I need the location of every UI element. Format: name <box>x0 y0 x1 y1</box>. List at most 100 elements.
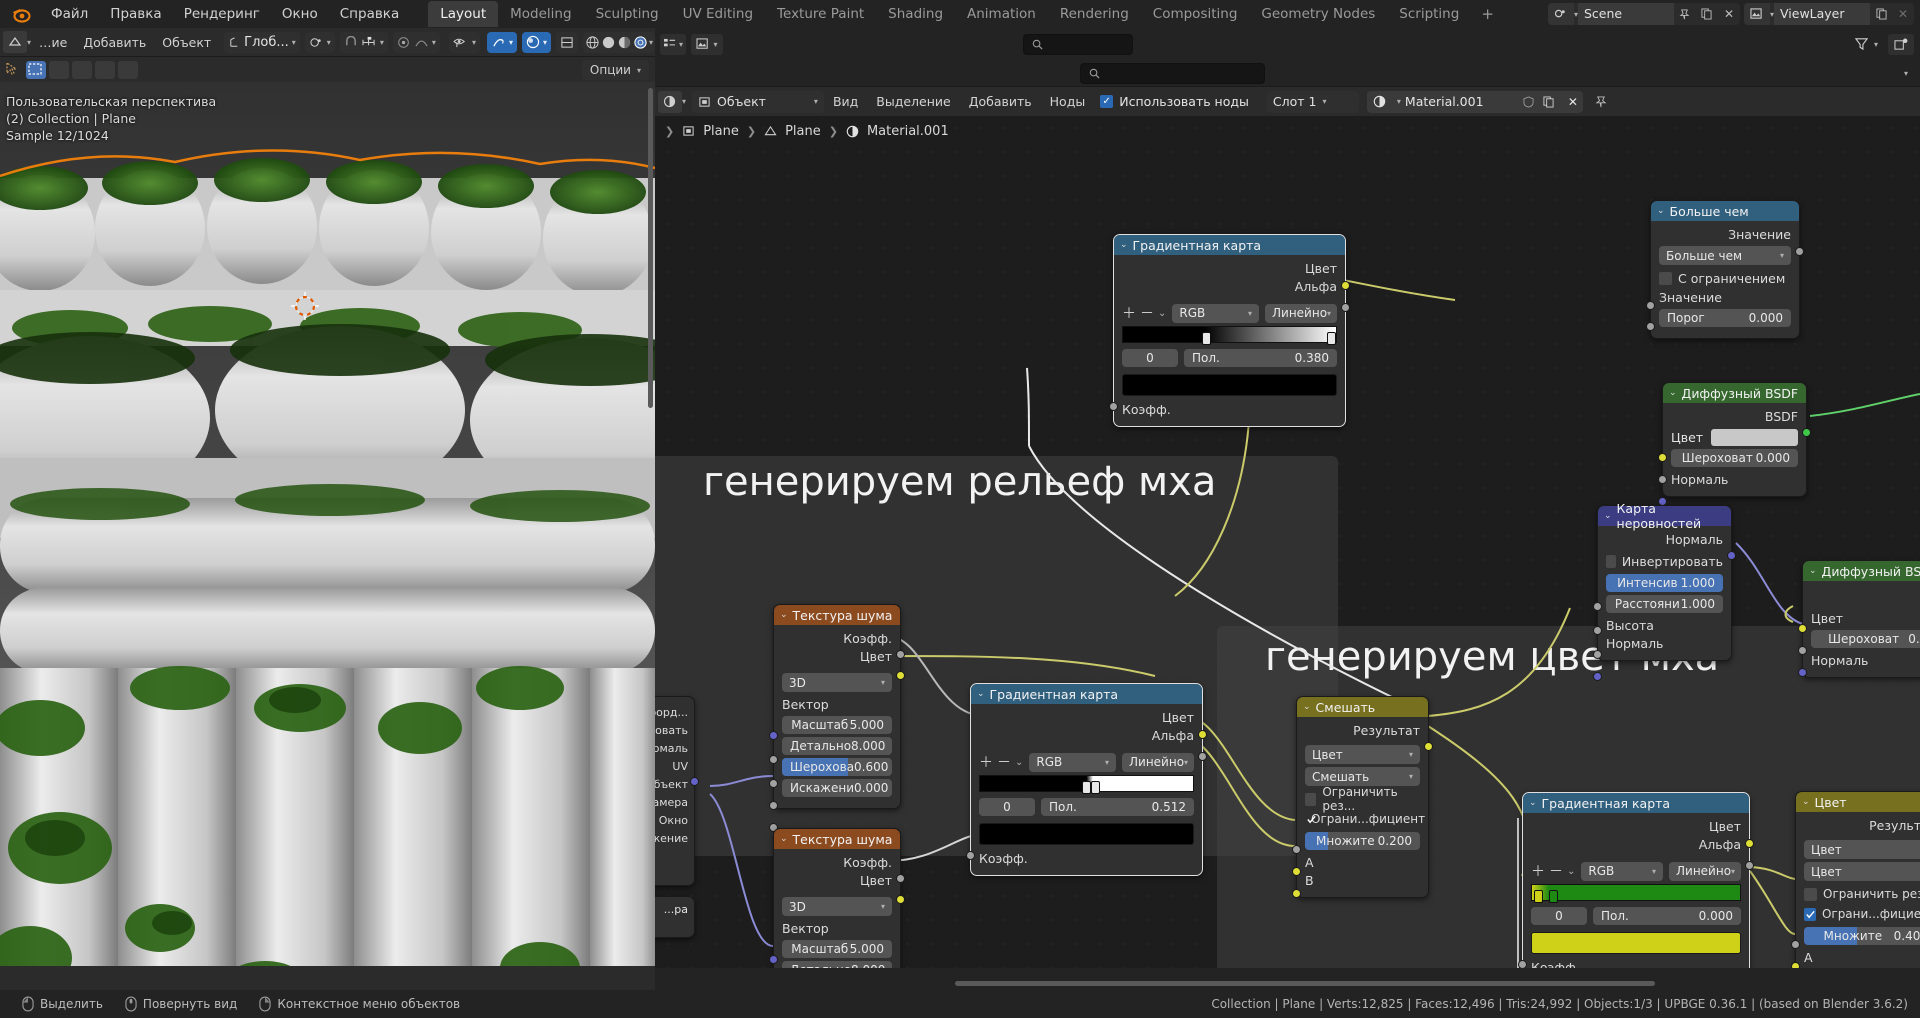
new-viewlayer-icon[interactable] <box>1870 3 1892 25</box>
clamp-result-row[interactable]: Ограничить рез... <box>1305 789 1420 809</box>
use-nodes-checkbox-icon[interactable]: ✓ <box>1100 95 1113 108</box>
node-header[interactable]: ⌄ Смешать <box>1297 697 1428 717</box>
new-scene-icon[interactable] <box>1696 3 1718 25</box>
socket-in-value-b[interactable] <box>1646 322 1655 331</box>
node-colorramp-top[interactable]: ⌄ Градиентная карта Цвет Альфа ＋ － ⌄ <box>1113 234 1346 427</box>
ramp-interpolation-mode[interactable]: Линейно ▾ <box>1669 862 1741 881</box>
socket-out-color[interactable] <box>1341 281 1350 290</box>
node-header[interactable]: ⌄ Цвет <box>1796 792 1920 812</box>
node-header[interactable]: ⌄ Градиентная карта <box>971 684 1202 704</box>
node-header[interactable]: ⌄ Больше чем <box>1651 201 1799 221</box>
socket-in-fac[interactable] <box>966 851 975 860</box>
shader-search-input[interactable] <box>1080 63 1265 84</box>
node-greater-than[interactable]: ⌄ Больше чем Значение Больше чем ▾ С огр… <box>1650 200 1800 339</box>
factor-field[interactable]: Множите 0.200 <box>1305 832 1420 850</box>
blender-logo-icon[interactable] <box>8 3 34 25</box>
socket-out-alpha[interactable] <box>1341 303 1350 312</box>
collapse-chevron-icon[interactable]: ⌄ <box>1802 797 1810 807</box>
menu-window[interactable]: Окно <box>271 3 329 25</box>
scene-name[interactable]: Scene <box>1578 3 1674 25</box>
clamp-result-row[interactable]: Ограничить рез... <box>1804 884 1920 904</box>
clamp-result-checkbox-icon[interactable] <box>1305 793 1316 806</box>
xray-toggle[interactable] <box>556 32 578 53</box>
ramp-index-field[interactable]: 0 <box>1531 907 1587 925</box>
ramp-stop-0[interactable] <box>1202 332 1211 345</box>
tab-modeling[interactable]: Modeling <box>498 1 583 27</box>
dimension-selector[interactable]: 3D ▾ <box>782 673 892 692</box>
socket-in-distance[interactable] <box>1593 626 1602 635</box>
socket-in-a[interactable] <box>1292 867 1301 876</box>
socket-in-height[interactable] <box>1593 650 1602 659</box>
data-type-selector[interactable]: Цвет ▾ <box>1305 745 1420 764</box>
node-header[interactable]: ⌄ Градиентная карта <box>1523 793 1749 813</box>
ramp-menu-chevron-icon[interactable]: ⌄ <box>1567 866 1575 877</box>
collapse-chevron-icon[interactable]: ⌄ <box>1303 702 1311 712</box>
socket-out-value[interactable] <box>1795 247 1804 256</box>
socket-in-roughness[interactable] <box>1658 475 1667 484</box>
node-colorramp-green[interactable]: ⌄ Градиентная карта Цвет Альфа ＋ － ⌄ <box>1522 792 1750 985</box>
ramp-color-swatch[interactable] <box>1531 932 1741 954</box>
overlays-toggle[interactable]: ▾ <box>522 32 551 53</box>
socket-in-vector[interactable] <box>769 731 778 740</box>
socket-in-factor[interactable] <box>1791 940 1800 949</box>
roughness-field[interactable]: Шероховат 0.00 <box>1811 630 1920 648</box>
socket-out-color[interactable] <box>896 895 905 904</box>
collapse-chevron-icon[interactable]: ⌄ <box>1529 798 1537 808</box>
shader-menu-node[interactable]: Ноды <box>1041 91 1095 112</box>
remove-scene-icon[interactable]: ✕ <box>1718 3 1740 25</box>
ramp-stop-0[interactable] <box>1082 781 1091 794</box>
ramp-add-icon[interactable]: ＋ <box>979 752 993 772</box>
data-type-selector[interactable]: Цвет ▾ <box>1804 840 1920 859</box>
clamp-checkbox-icon[interactable] <box>1659 272 1672 285</box>
detail-field[interactable]: Детально 8.000 <box>782 737 892 755</box>
tab-geometry-nodes[interactable]: Geometry Nodes <box>1249 1 1387 27</box>
tab-layout[interactable]: Layout <box>428 1 498 27</box>
remove-viewlayer-icon[interactable]: ✕ <box>1892 3 1914 25</box>
socket-out-color[interactable] <box>896 671 905 680</box>
node-canvas[interactable]: генерируем рельеф мха генерируем цвет мх… <box>655 116 1920 990</box>
dimension-selector[interactable]: 3D ▾ <box>782 897 892 916</box>
ramp-stop-0[interactable] <box>1534 890 1543 903</box>
shader-context-selector[interactable]: Объект ▾ <box>692 91 824 113</box>
select-mode-d-icon[interactable] <box>118 61 138 79</box>
blend-mode-selector[interactable]: Смешать ▾ <box>1305 767 1420 786</box>
distortion-field[interactable]: Искажени 0.000 <box>782 779 892 797</box>
clamp-factor-checkbox-icon[interactable] <box>1804 908 1816 921</box>
socket-out-normal[interactable] <box>1727 551 1736 560</box>
ramp-interpolation-mode[interactable]: Линейно ▾ <box>1265 304 1337 323</box>
node-header[interactable]: ⌄ Карта неровностей <box>1598 506 1731 526</box>
material-datablock[interactable]: ▾ Material.001 ✕ <box>1367 91 1583 113</box>
ramp-bar[interactable] <box>979 775 1194 792</box>
ramp-remove-icon[interactable]: － <box>1549 861 1563 881</box>
node-texture-coordinate[interactable]: коорд... ...овать ...рмаль UV ...бъект .… <box>655 696 695 886</box>
node-header[interactable]: ⌄ Текстура шума <box>774 605 900 625</box>
viewport-3d[interactable]: ▾ …ие Добавить Объект Глоб... ▾ ▾ ▾ ▾ <box>0 28 655 990</box>
ramp-add-icon[interactable]: ＋ <box>1531 861 1545 881</box>
breadcrumb-object[interactable]: Plane <box>703 124 739 139</box>
node-texture-coordinate-footer[interactable]: ...ра <box>655 896 695 938</box>
socket-in-vector[interactable] <box>769 955 778 964</box>
clamp-factor-row[interactable]: Ограни...фициент <box>1305 809 1420 829</box>
blend-mode-selector[interactable]: Цвет ▾ <box>1804 862 1920 881</box>
node-colorramp-mid[interactable]: ⌄ Градиентная карта Цвет Альфа ＋ － ⌄ <box>970 683 1203 876</box>
collapse-chevron-icon[interactable]: ⌄ <box>1657 206 1665 216</box>
socket-out-fac[interactable] <box>896 650 905 659</box>
shader-horizontal-scrollbar[interactable] <box>955 981 1655 986</box>
select-mode-c-icon[interactable] <box>95 61 115 79</box>
roughness-field[interactable]: Шероховат 0.000 <box>1671 449 1798 467</box>
clamp-checkbox-row[interactable]: С ограничением <box>1659 268 1791 288</box>
collapse-chevron-icon[interactable]: ⌄ <box>977 689 985 699</box>
fake-user-icon[interactable] <box>1523 96 1543 108</box>
node-header[interactable]: ⌄ Текстура шума <box>774 829 900 849</box>
tab-rendering[interactable]: Rendering <box>1048 1 1141 27</box>
collapse-chevron-icon[interactable]: ⌄ <box>1120 240 1128 250</box>
ramp-interpolation-type[interactable]: RGB ▾ <box>1581 862 1663 881</box>
ramp-index-field[interactable]: 0 <box>979 798 1035 816</box>
node-mix-right[interactable]: ⌄ Цвет Результат Цвет ▾ Цвет ▾ <box>1795 791 1920 990</box>
menu-file[interactable]: Файл <box>40 3 99 25</box>
socket-in-detail[interactable] <box>769 779 778 788</box>
socket-in-roughness[interactable] <box>769 801 778 810</box>
socket-in-color[interactable] <box>1658 453 1667 462</box>
factor-field[interactable]: Множите 0.400 <box>1804 927 1920 945</box>
material-slot-selector[interactable]: Слот 1 ▾ <box>1267 91 1359 113</box>
